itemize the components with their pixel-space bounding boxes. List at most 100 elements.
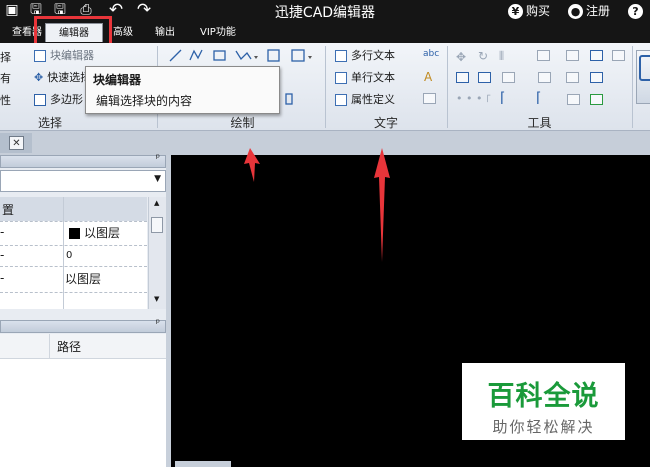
buy-button[interactable]: ¥ 购买 bbox=[508, 2, 550, 20]
scroll-thumb[interactable] bbox=[151, 217, 163, 233]
row-divider bbox=[0, 221, 147, 223]
annotation-arrows bbox=[244, 148, 390, 262]
tab-output[interactable]: 输出 bbox=[155, 23, 175, 42]
tools-group-label: 工具 bbox=[527, 116, 552, 130]
abc-icon[interactable]: abc bbox=[423, 49, 439, 61]
edit-text-icon[interactable] bbox=[423, 93, 436, 104]
mtext-icon bbox=[335, 50, 347, 62]
path-column-header[interactable]: 路径 bbox=[57, 338, 81, 355]
block-insert-icon[interactable] bbox=[590, 50, 603, 61]
pin-icon[interactable]: ᵖ bbox=[156, 318, 160, 329]
files-list: 路径 bbox=[0, 334, 166, 467]
grid-header-label: 置 bbox=[2, 203, 15, 217]
mtext-button[interactable]: 多行文本 bbox=[335, 49, 395, 63]
fillet-icon[interactable]: ⌈ bbox=[500, 90, 505, 106]
yen-icon: ¥ bbox=[508, 4, 523, 19]
attdef-button[interactable]: 属性定义 bbox=[335, 93, 395, 107]
color-swatch bbox=[69, 228, 80, 239]
select-item-3[interactable]: 性 bbox=[0, 94, 11, 108]
register-button[interactable]: ● 注册 bbox=[568, 2, 610, 20]
row-name: - bbox=[0, 225, 5, 239]
tooltip-title: 块编辑器 bbox=[93, 73, 142, 87]
dotted-line-icon[interactable]: • • • ꜒ bbox=[456, 92, 491, 105]
text-group-label: 文字 bbox=[373, 116, 398, 130]
purge-icon[interactable] bbox=[590, 94, 603, 105]
color-value[interactable]: 以图层 bbox=[84, 224, 120, 241]
arrow-up-icon bbox=[244, 148, 260, 182]
properties-panel-header: ᵖ bbox=[0, 153, 166, 168]
break-icon[interactable] bbox=[567, 94, 580, 105]
scroll-down-icon[interactable]: ▼ bbox=[154, 295, 159, 303]
quick-select-button[interactable]: ✥ 快速选择 bbox=[34, 71, 91, 85]
mirror-icon[interactable]: ⫴ bbox=[499, 49, 504, 64]
polyline-icon bbox=[189, 49, 203, 61]
row-divider bbox=[0, 292, 147, 294]
watermark-title: 百科全说 bbox=[487, 381, 600, 412]
spline-icon bbox=[235, 50, 252, 61]
row-name: - bbox=[0, 248, 5, 262]
properties-scrollbar[interactable]: ▲ ▼ bbox=[148, 197, 167, 309]
linetype-value[interactable]: 以图层 bbox=[65, 270, 101, 287]
quick-select-icon: ✥ bbox=[34, 71, 44, 84]
tab-vip[interactable]: VIP功能 bbox=[200, 23, 236, 42]
select-item-1[interactable]: 择 bbox=[0, 51, 11, 65]
layer-value[interactable]: 0 bbox=[66, 250, 72, 261]
watermark-logo: 百科全说 助你轻松解决 bbox=[462, 363, 625, 440]
tooltip-description: 编辑选择块的内容 bbox=[96, 94, 193, 108]
move-icon[interactable]: ✥ bbox=[456, 50, 466, 64]
scroll-up-icon[interactable]: ▲ bbox=[154, 199, 159, 207]
column-divider bbox=[49, 334, 50, 358]
rotate-icon[interactable]: ↻ bbox=[478, 49, 488, 63]
group-divider bbox=[632, 46, 633, 128]
help-icon: ? bbox=[628, 4, 643, 19]
register-label: 注册 bbox=[586, 4, 611, 18]
trim-icon[interactable] bbox=[538, 72, 551, 83]
explode-icon[interactable] bbox=[502, 72, 515, 83]
rectangle-icon bbox=[213, 50, 226, 61]
help-button[interactable]: ? bbox=[628, 2, 646, 20]
object-selector-dropdown[interactable]: ▼ bbox=[0, 170, 166, 192]
watermark-subtitle: 助你轻松解决 bbox=[492, 418, 595, 436]
extend-icon[interactable] bbox=[566, 72, 579, 83]
polygon-icon bbox=[34, 94, 46, 106]
hatch-icon bbox=[267, 49, 280, 62]
draw-group-label: 绘制 bbox=[230, 116, 255, 130]
group-icon[interactable] bbox=[478, 72, 491, 83]
pin-icon[interactable]: ᵖ bbox=[156, 153, 160, 164]
draw-extra-icon bbox=[285, 93, 293, 105]
select-group-label: 选择 bbox=[37, 116, 62, 130]
align-icon[interactable] bbox=[456, 72, 469, 83]
arrow-up-icon bbox=[374, 148, 390, 262]
block-editor-button[interactable]: 块编辑器 bbox=[34, 49, 94, 63]
layout-tab[interactable] bbox=[175, 461, 231, 467]
insert-icon bbox=[291, 49, 305, 62]
line-icon bbox=[169, 49, 182, 62]
grid-header-row bbox=[0, 197, 147, 221]
close-tab-icon[interactable]: ✕ bbox=[9, 136, 24, 150]
select-item-2[interactable]: 有 bbox=[0, 72, 11, 86]
text-style-icon[interactable]: A bbox=[424, 70, 432, 84]
panel-icon bbox=[639, 55, 650, 81]
tab-advanced[interactable]: 高级 bbox=[113, 23, 133, 42]
chamfer-icon[interactable]: ⌈ bbox=[536, 90, 541, 106]
buy-label: 购买 bbox=[526, 4, 551, 18]
chevron-down-icon: ▼ bbox=[154, 174, 161, 184]
user-icon: ● bbox=[568, 4, 583, 19]
block-icon bbox=[34, 50, 46, 62]
block-editor-tooltip: 块编辑器 编辑选择块的内容 bbox=[85, 66, 280, 114]
row-divider bbox=[0, 266, 147, 268]
properties-grid: 置 - 以图层 - 0 - 以图层 bbox=[0, 197, 147, 309]
text-icon bbox=[335, 72, 347, 84]
row-name: - bbox=[0, 271, 5, 285]
text-button[interactable]: 单行文本 bbox=[335, 71, 395, 85]
polygon-select-button[interactable]: 多边形 bbox=[34, 93, 83, 107]
copy-icon[interactable] bbox=[566, 50, 579, 61]
files-list-header bbox=[0, 334, 166, 359]
attdef-icon bbox=[335, 94, 347, 106]
properties-panel: ᵖ ▼ 置 - 以图层 - 0 - 以图层 ▲ ▼ ᵖ 路径 bbox=[0, 153, 170, 467]
tool-more-icon[interactable] bbox=[612, 50, 625, 61]
large-tool-button[interactable] bbox=[636, 50, 650, 104]
array-icon[interactable] bbox=[537, 50, 550, 61]
scale-icon[interactable] bbox=[590, 72, 603, 83]
files-panel-header: ᵖ bbox=[0, 318, 166, 333]
